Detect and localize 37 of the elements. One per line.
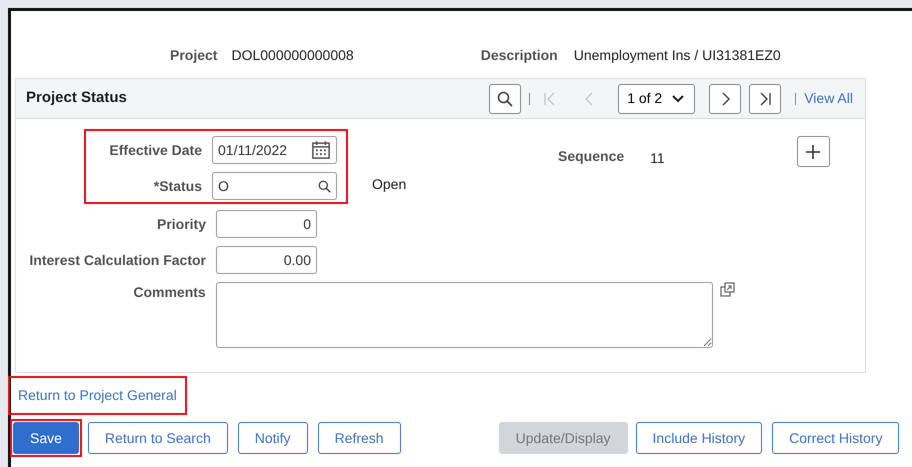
add-button[interactable] bbox=[796, 136, 830, 167]
field-label: *Status bbox=[152, 176, 203, 196]
expand-icon[interactable] bbox=[720, 282, 736, 298]
sequence-label: Sequence bbox=[558, 147, 624, 166]
panel-title: Project Status bbox=[26, 88, 127, 108]
search-icon bbox=[497, 90, 514, 106]
description-value: Unemployment Ins / UI31381EZ0 bbox=[574, 46, 781, 65]
calendar-icon[interactable] bbox=[311, 140, 331, 160]
action-button[interactable]: Notify bbox=[238, 422, 308, 454]
status-description: Open bbox=[372, 175, 406, 194]
field-label: Interest Calculation Factor bbox=[28, 250, 207, 270]
status-field[interactable]: O bbox=[212, 172, 337, 200]
action-button[interactable]: Correct History bbox=[772, 422, 900, 454]
description-label: Description bbox=[480, 46, 558, 65]
last-page-button[interactable] bbox=[749, 84, 782, 114]
next-page-button[interactable] bbox=[709, 84, 742, 114]
comments-field[interactable] bbox=[216, 282, 714, 348]
search-icon[interactable] bbox=[318, 180, 331, 192]
action-button: Update/Display bbox=[498, 422, 628, 454]
project-value: DOL000000000008 bbox=[231, 46, 354, 64]
plus-icon bbox=[805, 144, 822, 160]
field-label: Comments bbox=[132, 283, 207, 302]
number-field[interactable]: 0.00 bbox=[216, 246, 317, 274]
view-all-link[interactable]: View All bbox=[804, 88, 853, 109]
project-label: Project bbox=[170, 46, 218, 65]
action-button[interactable]: Return to Search bbox=[88, 422, 228, 454]
sequence-value: 11 bbox=[650, 149, 665, 166]
date-field[interactable]: 01/11/2022 bbox=[212, 136, 337, 164]
search-button[interactable] bbox=[489, 84, 522, 114]
action-button[interactable]: Include History bbox=[636, 422, 762, 454]
action-button[interactable]: Refresh bbox=[318, 422, 401, 454]
return-to-project-general-link[interactable]: Return to Project General bbox=[12, 380, 183, 411]
page-select[interactable]: 1 of 2 bbox=[618, 84, 696, 114]
action-button[interactable]: Save bbox=[13, 422, 79, 454]
number-field[interactable]: 0 bbox=[216, 210, 317, 238]
field-label: Priority bbox=[156, 214, 207, 234]
field-label: Effective Date bbox=[108, 140, 203, 160]
